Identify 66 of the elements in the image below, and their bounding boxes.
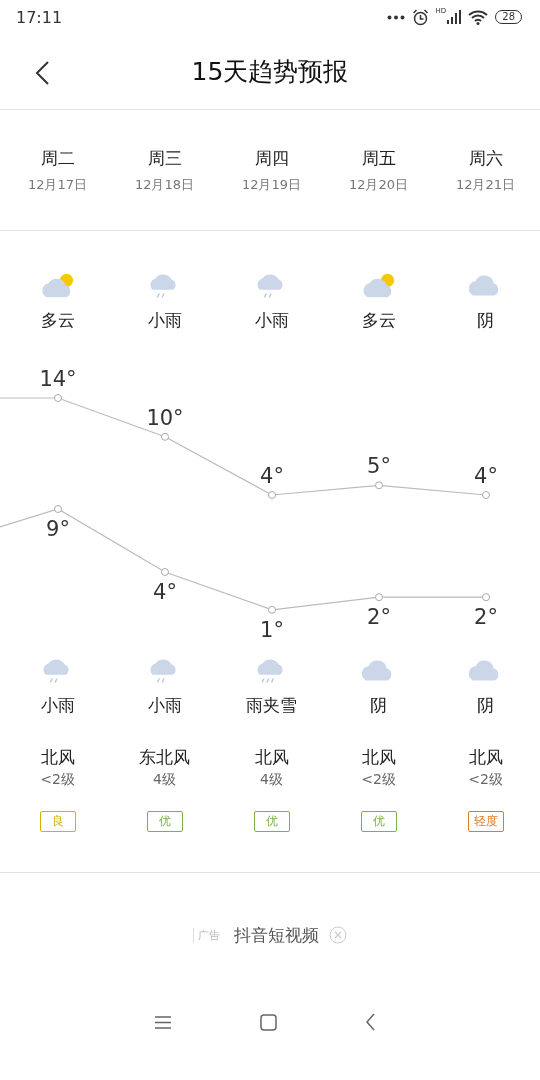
more-dots-icon xyxy=(386,14,405,20)
temperature-label: 5° xyxy=(367,454,391,479)
home-square-icon[interactable] xyxy=(260,1013,277,1031)
temperature-label: 4° xyxy=(260,464,284,488)
weekday-label: 周四 xyxy=(253,146,290,170)
temperature-label: 2° xyxy=(367,605,391,630)
date-label: 12月19日 xyxy=(240,175,303,194)
weather-condition: 小雨 xyxy=(253,309,290,332)
weather-condition: 多云 xyxy=(39,309,76,332)
wifi-icon xyxy=(468,9,489,25)
weather-condition: 阴 xyxy=(476,694,495,717)
temperature-point xyxy=(482,491,490,499)
weather-condition: 阴 xyxy=(369,694,388,717)
air-quality-badge: 优 xyxy=(253,811,290,832)
back-icon[interactable] xyxy=(365,1013,376,1031)
weather-condition: 多云 xyxy=(360,309,397,332)
weather-condition: 小雨 xyxy=(146,309,183,332)
wind-direction: 北风 xyxy=(467,746,504,769)
weather-condition: 雨夹雪 xyxy=(245,694,298,717)
air-quality-badge: 轻度 xyxy=(467,811,504,832)
temperature-label: 4° xyxy=(153,580,177,604)
wind-direction: 东北风 xyxy=(138,746,191,769)
wind-level: <2级 xyxy=(39,771,76,789)
weekday-label: 周五 xyxy=(360,146,397,170)
temperature-point xyxy=(161,568,169,576)
date-label: 12月21日 xyxy=(454,175,517,194)
air-quality-badge: 良 xyxy=(39,811,76,832)
date-label: 12月20日 xyxy=(347,175,410,194)
temperature-label: 1° xyxy=(260,617,284,638)
wind-level: <2级 xyxy=(467,771,504,789)
air-quality-badge: 优 xyxy=(146,811,183,832)
page-title: 15天趋势预报 xyxy=(191,56,349,88)
weekday-label: 周二 xyxy=(39,146,76,170)
wind-level: <2级 xyxy=(360,771,397,789)
temperature-point xyxy=(54,394,62,402)
temperature-label: 14° xyxy=(39,367,77,391)
weekday-label: 周三 xyxy=(146,146,183,170)
ad-title[interactable]: 抖音短视频 xyxy=(234,923,319,947)
temperature-label: 4° xyxy=(474,464,498,488)
wind-direction: 北风 xyxy=(39,746,76,769)
weather-condition: 小雨 xyxy=(39,694,76,717)
weekday-label: 周六 xyxy=(467,146,504,170)
temperature-point xyxy=(375,593,383,602)
alarm-clock-icon xyxy=(411,8,429,26)
temperature-label: 2° xyxy=(474,605,498,630)
ad-tag: 广告 xyxy=(193,927,224,943)
temperature-point xyxy=(268,605,276,614)
wind-direction: 北风 xyxy=(360,746,397,769)
temperature-point xyxy=(54,505,62,513)
temperature-label: 9° xyxy=(46,517,70,541)
temperature-label: 10° xyxy=(146,405,184,430)
temperature-point xyxy=(161,432,169,441)
signal-icon xyxy=(447,10,462,24)
date-label: 12月17日 xyxy=(26,175,89,194)
wind-level: 4级 xyxy=(152,771,177,789)
air-quality-badge: 优 xyxy=(360,811,397,832)
weather-condition: 小雨 xyxy=(146,694,183,717)
date-label: 12月18日 xyxy=(133,175,196,194)
menu-icon[interactable] xyxy=(154,1014,172,1030)
temperature-point xyxy=(268,491,276,499)
temperature-point xyxy=(375,481,383,490)
temperature-point xyxy=(482,593,490,602)
weather-condition: 阴 xyxy=(476,309,495,332)
wind-level: 4级 xyxy=(259,771,284,789)
clock-time: 17:11 xyxy=(16,7,63,27)
wind-direction: 北风 xyxy=(253,746,290,769)
